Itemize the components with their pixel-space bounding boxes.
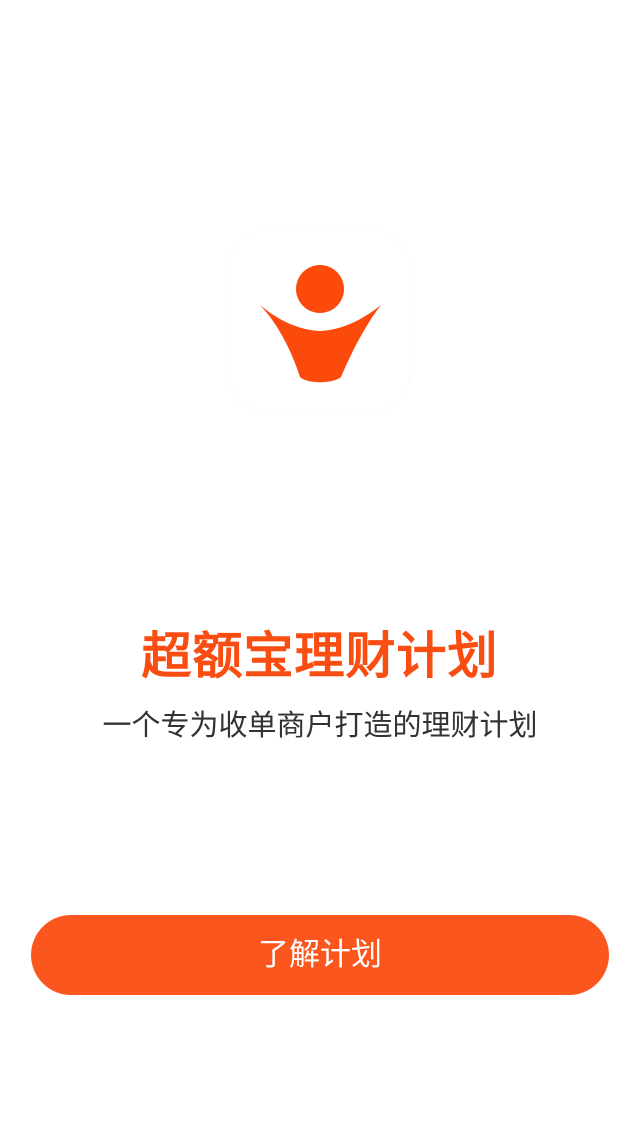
learn-plan-button[interactable]: 了解计划 (31, 915, 609, 995)
app-logo (229, 231, 409, 411)
page-title: 超额宝理财计划 (141, 627, 499, 685)
person-raised-arms-logo-icon (260, 265, 381, 383)
page-subtitle: 一个专为收单商户打造的理财计划 (102, 708, 538, 742)
